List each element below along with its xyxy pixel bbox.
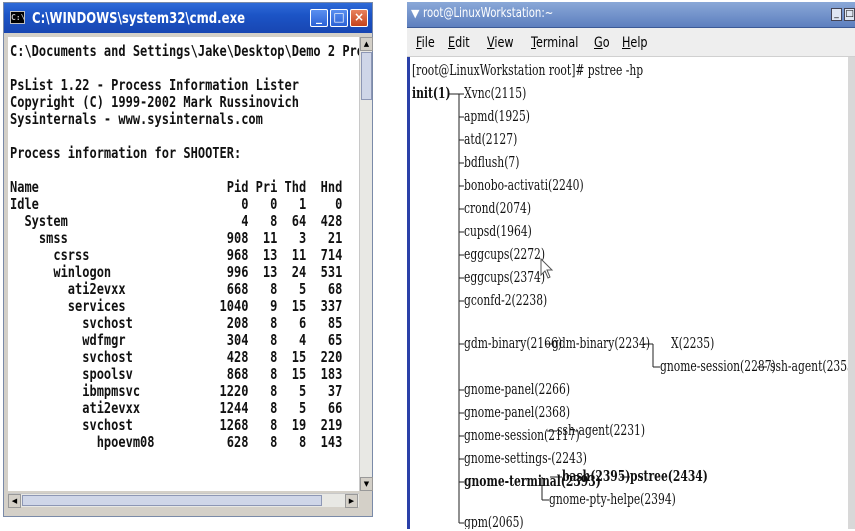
cmd-window-title: C:\WINDOWS\system32\cmd.exe [32, 9, 246, 27]
cmd-console-output[interactable]: C:\Documents and Settings\Jake\Desktop\D… [8, 37, 359, 491]
cmd-output-line: wdfmgr 304 8 4 65 [10, 331, 343, 349]
menu-terminal[interactable]: Terminal [531, 35, 578, 51]
maximize-button[interactable]: □ [330, 9, 348, 27]
minimize-button[interactable]: _ [310, 9, 328, 27]
tree-node-bonobo: bonobo-activati(2240) [464, 178, 584, 194]
cmd-output-line: svchost 208 8 6 85 [10, 314, 343, 332]
minimize-icon[interactable]: _ [831, 8, 842, 21]
tree-node-gnome-session-child: gnome-session(2287) [660, 359, 776, 375]
scroll-up-arrow-icon[interactable]: ▲ [360, 37, 373, 51]
cmd-output-line: smss 908 11 3 21 [10, 229, 343, 247]
tree-node-gnome-panel-a: gnome-panel(2266) [464, 382, 571, 398]
cmd-output-line: winlogon 996 13 24 531 [10, 263, 343, 281]
cmd-output-line: Name Pid Pri Thd Hnd [10, 178, 343, 196]
cmd-output-line: svchost 428 8 15 220 [10, 348, 343, 366]
cmd-vscroll-thumb[interactable] [361, 52, 372, 100]
cmd-output-line: services 1040 9 15 337 [10, 297, 343, 315]
tree-node-ssh-agent-a: ssh-agent(2353) [770, 359, 855, 375]
terminal-titlebar[interactable]: ▼ root@LinuxWorkstation:~ _ □ [407, 2, 855, 28]
menu-view[interactable]: View [487, 35, 514, 51]
menu-help[interactable]: Help [622, 35, 648, 51]
cmd-titlebar[interactable]: C:\ C:\WINDOWS\system32\cmd.exe _ □ × [4, 3, 372, 33]
cmd-output-line: System 4 8 64 428 [10, 212, 343, 230]
tree-node-xvnc: Xvnc(2115) [464, 86, 527, 102]
cmd-output-line: csrss 968 13 11 714 [10, 246, 343, 264]
tree-node-pty-helper: gnome-pty-helpe(2394) [549, 492, 676, 508]
terminal-window: ▼ root@LinuxWorkstation:~ _ □ File Edit … [407, 2, 855, 529]
tree-node-gdm-binary: gdm-binary(2166) [464, 336, 563, 352]
cmd-hscroll-thumb[interactable] [22, 495, 322, 506]
cmd-output-line: ati2evxx 668 8 5 68 [10, 280, 343, 298]
cmd-output-line: ibmpmsvc 1220 8 5 37 [10, 382, 343, 400]
tree-node-atd: atd(2127) [464, 132, 518, 148]
terminal-scrollbar[interactable] [848, 57, 855, 529]
tree-node-bash: bash(2395) [562, 468, 631, 485]
menu-file[interactable]: File [416, 35, 435, 51]
tree-node-eggcups-a: eggcups(2272) [464, 247, 546, 263]
resize-grip-icon[interactable] [359, 493, 372, 507]
tree-node-crond: crond(2074) [464, 201, 532, 217]
tree-node-gpm: gpm(2065) [464, 515, 524, 529]
scroll-right-arrow-icon[interactable]: ▶ [345, 494, 358, 508]
menu-go[interactable]: Go [594, 35, 610, 51]
cmd-output-line: Process information for SHOOTER: [10, 144, 242, 162]
tree-node-bdflush: bdflush(7) [464, 155, 520, 171]
cmd-output-line: svchost 1268 8 19 219 [10, 416, 343, 434]
cmd-output-line: spoolsv 868 8 15 183 [10, 365, 343, 383]
cmd-window: C:\ C:\WINDOWS\system32\cmd.exe _ □ × C:… [3, 2, 373, 517]
cmd-output-line: Sysinternals - www.sysinternals.com [10, 110, 263, 128]
tree-node-gdm-binary-child: gdm-binary(2234) [552, 336, 651, 352]
cmd-output-line [10, 128, 359, 145]
tree-node-gconfd: gconfd-2(2238) [464, 293, 548, 309]
window-menu-icon[interactable]: ▼ [411, 7, 419, 20]
terminal-menubar: File Edit View Terminal Go Help [407, 28, 855, 57]
tree-node-pstree: pstree(2434) [630, 468, 708, 485]
cmd-output-line [10, 60, 359, 77]
terminal-output[interactable]: [root@LinuxWorkstation root]# pstree -hp… [407, 57, 855, 529]
cmd-output-line: Idle 0 0 1 0 [10, 195, 343, 213]
cmd-output-line: C:\Documents and Settings\Jake\Desktop\D… [10, 42, 359, 60]
scroll-left-arrow-icon[interactable]: ◀ [8, 494, 21, 508]
tree-node-eggcups-b: eggcups(2374) [464, 270, 546, 286]
cmd-output-line [10, 162, 359, 179]
tree-node-ssh-agent-b: ssh-agent(2231) [557, 423, 646, 439]
cmd-output-line: hpoevm08 628 8 8 143 [10, 433, 343, 451]
tree-node-gnome-settings: gnome-settings-(2243) [464, 451, 587, 467]
cmd-console-text: C:\Documents and Settings\Jake\Desktop\D… [10, 43, 359, 451]
cmd-output-line: ati2evxx 1244 8 5 66 [10, 399, 343, 417]
tree-node-cupsd: cupsd(1964) [464, 224, 532, 240]
shell-prompt-line: [root@LinuxWorkstation root]# pstree -hp [412, 63, 644, 79]
cmd-app-icon[interactable]: C:\ [10, 11, 25, 24]
tree-node-x: X(2235) [671, 336, 715, 352]
mouse-pointer-icon [540, 258, 554, 279]
maximize-icon[interactable]: □ [844, 8, 855, 21]
cmd-horizontal-scrollbar[interactable]: ◀ ▶ [8, 493, 359, 508]
cmd-output-line: Copyright (C) 1999-2002 Mark Russinovich [10, 93, 299, 111]
cmd-vertical-scrollbar[interactable]: ▲ ▼ [359, 37, 373, 491]
scroll-down-arrow-icon[interactable]: ▼ [360, 477, 373, 491]
tree-node-gnome-panel-b: gnome-panel(2368) [464, 405, 571, 421]
tree-node-apmd: apmd(1925) [464, 109, 530, 125]
terminal-window-title: root@LinuxWorkstation:~ [423, 6, 554, 21]
cmd-output-line: PsList 1.22 - Process Information Lister [10, 76, 299, 94]
menu-edit[interactable]: Edit [448, 35, 470, 51]
close-button[interactable]: × [350, 9, 368, 27]
tree-root-node: init(1) [412, 85, 451, 102]
